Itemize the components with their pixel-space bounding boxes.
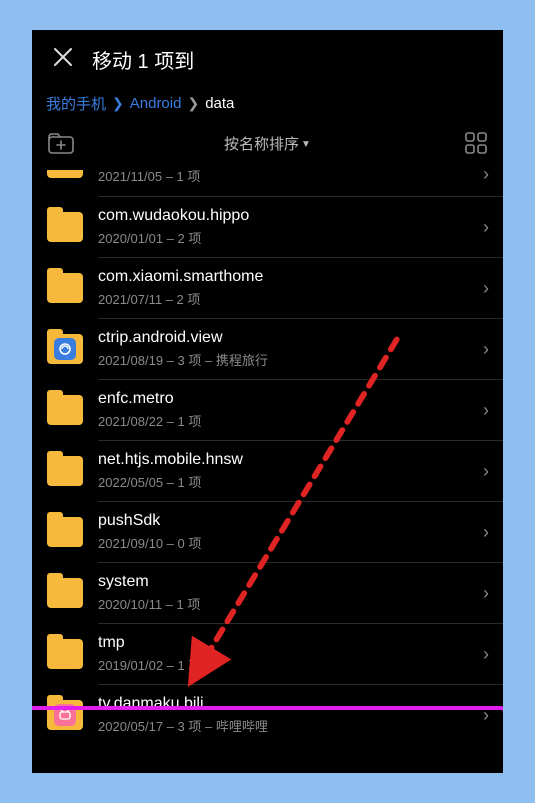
- item-meta: 2020/01/01 – 2 项: [98, 228, 463, 247]
- chevron-right-icon: ›: [477, 644, 489, 665]
- folder-icon: [46, 394, 84, 426]
- list-item[interactable]: net.htjs.mobile.hnsw 2022/05/05 – 1 项 ›: [32, 441, 503, 501]
- list-item[interactable]: tv.danmaku.bili 2020/05/17 – 3 项 – 哔哩哔哩 ›: [32, 685, 503, 745]
- chevron-right-icon: ›: [477, 400, 489, 421]
- item-meta: 2021/09/10 – 0 项: [98, 533, 463, 552]
- item-name: com.xiaomi.smarthome: [98, 268, 463, 286]
- new-folder-icon[interactable]: [48, 132, 88, 154]
- item-meta: 2020/10/11 – 1 项: [98, 594, 463, 613]
- list-item[interactable]: ctrip.android.view 2021/08/19 – 3 项 – 携程旅…: [32, 319, 503, 379]
- item-name: pushSdk: [98, 512, 463, 530]
- chevron-right-icon: ›: [477, 583, 489, 604]
- item-meta: 2022/05/05 – 1 项: [98, 472, 463, 491]
- item-name: tv.danmaku.bili: [98, 695, 463, 713]
- list-item[interactable]: system 2020/10/11 – 1 项 ›: [32, 563, 503, 623]
- breadcrumb-item[interactable]: 我的手机: [46, 93, 106, 114]
- chevron-right-icon: ›: [477, 217, 489, 238]
- page-title: 移动 1 项到: [92, 45, 194, 74]
- folder-icon: [46, 211, 84, 243]
- chevron-down-icon: ▼: [301, 139, 311, 150]
- item-meta: 2019/01/02 – 1 项: [98, 655, 463, 674]
- close-icon[interactable]: [52, 44, 74, 75]
- item-meta: 2021/07/11 – 2 项: [98, 289, 463, 308]
- folder-icon: [46, 577, 84, 609]
- item-name: net.htjs.mobile.hnsw: [98, 451, 463, 469]
- folder-icon: [46, 455, 84, 487]
- item-meta: 2021/08/19 – 3 项 – 携程旅行: [98, 350, 463, 369]
- chevron-right-icon: ›: [477, 705, 489, 726]
- breadcrumb-current: data: [205, 95, 234, 112]
- list-item[interactable]: tmp 2019/01/02 – 1 项 ›: [32, 624, 503, 684]
- chevron-right-icon: ›: [477, 461, 489, 482]
- chevron-right-icon: ›: [477, 164, 489, 185]
- chevron-right-icon: ›: [477, 278, 489, 299]
- header-bar: 移动 1 项到: [32, 30, 503, 85]
- chevron-right-icon: ›: [477, 522, 489, 543]
- folder-list: 2021/11/05 – 1 项 › com.wudaokou.hippo 202…: [32, 158, 503, 745]
- list-item[interactable]: 2021/11/05 – 1 项 ›: [32, 158, 503, 196]
- list-item[interactable]: com.wudaokou.hippo 2020/01/01 – 2 项 ›: [32, 197, 503, 257]
- breadcrumb-item[interactable]: Android: [130, 95, 182, 112]
- grid-view-icon[interactable]: [447, 132, 487, 154]
- item-name: tmp: [98, 634, 463, 652]
- item-name: ctrip.android.view: [98, 329, 463, 347]
- folder-icon: [46, 272, 84, 304]
- app-folder-icon: [46, 333, 84, 365]
- folder-icon: [46, 516, 84, 548]
- list-item[interactable]: pushSdk 2021/09/10 – 0 项 ›: [32, 502, 503, 562]
- ctrip-icon: [54, 338, 76, 360]
- chevron-right-icon: ❯: [187, 95, 199, 112]
- item-meta: 2020/05/17 – 3 项 – 哔哩哔哩: [98, 716, 463, 735]
- folder-icon: [46, 158, 84, 190]
- phone-screen: 移动 1 项到 我的手机 ❯ Android ❯ data 按名称排序▼: [32, 30, 503, 773]
- bilibili-icon: [54, 704, 76, 726]
- sort-button[interactable]: 按名称排序▼: [88, 133, 447, 154]
- breadcrumb: 我的手机 ❯ Android ❯ data: [32, 85, 503, 126]
- item-name: com.wudaokou.hippo: [98, 207, 463, 225]
- folder-icon: [46, 638, 84, 670]
- list-item[interactable]: enfc.metro 2021/08/22 – 1 项 ›: [32, 380, 503, 440]
- item-meta: 2021/11/05 – 1 项: [98, 166, 463, 185]
- sort-label: 按名称排序: [224, 136, 299, 153]
- chevron-right-icon: ❯: [112, 95, 124, 112]
- item-meta: 2021/08/22 – 1 项: [98, 411, 463, 430]
- chevron-right-icon: ›: [477, 339, 489, 360]
- item-name: enfc.metro: [98, 390, 463, 408]
- list-item[interactable]: com.xiaomi.smarthome 2021/07/11 – 2 项 ›: [32, 258, 503, 318]
- app-folder-icon: [46, 699, 84, 731]
- item-name: system: [98, 573, 463, 591]
